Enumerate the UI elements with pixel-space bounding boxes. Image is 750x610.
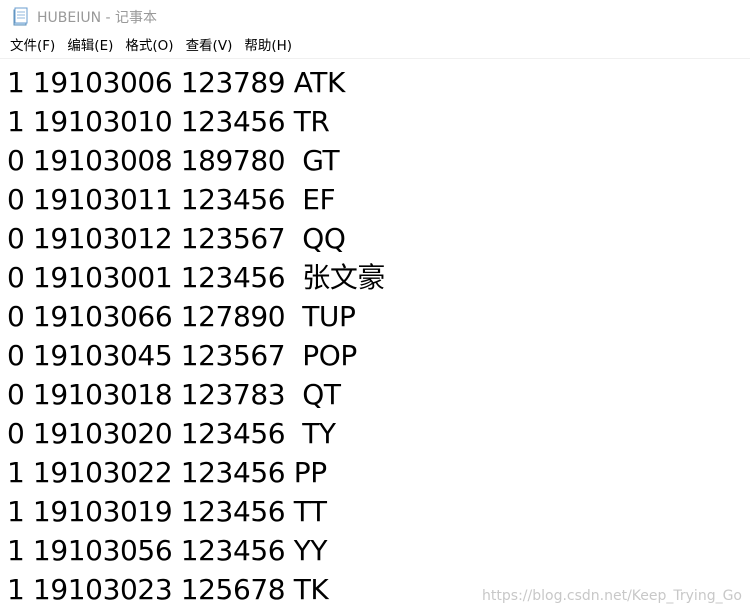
notepad-window: HUBEIUN - 记事本 文件(F) 编辑(E) 格式(O) 查看(V) 帮助… <box>0 0 750 610</box>
menu-file[interactable]: 文件(F) <box>4 33 61 59</box>
notepad-icon <box>12 7 29 26</box>
text-line: 1 19103056 123456 YY <box>7 534 328 567</box>
text-line: 1 19103019 123456 TT <box>7 495 327 528</box>
text-line: 1 19103022 123456 PP <box>7 456 327 489</box>
text-line: 1 19103006 123789 ATK <box>7 66 345 99</box>
menu-edit[interactable]: 编辑(E) <box>61 33 119 59</box>
text-editor[interactable]: 1 19103006 123789 ATK 1 19103010 123456 … <box>0 60 750 610</box>
title-bar[interactable]: HUBEIUN - 记事本 <box>0 0 750 33</box>
menu-view[interactable]: 查看(V) <box>180 33 239 59</box>
window-title: HUBEIUN - 记事本 <box>37 9 158 26</box>
menu-format[interactable]: 格式(O) <box>119 33 179 59</box>
text-line: 0 19103011 123456 EF <box>7 183 336 216</box>
text-line: 0 19103018 123783 QT <box>7 378 341 411</box>
text-line: 1 19103010 123456 TR <box>7 105 330 138</box>
text-line: 0 19103020 123456 TY <box>7 417 336 450</box>
menu-help[interactable]: 帮助(H) <box>238 33 298 59</box>
text-line: 0 19103008 189780 GT <box>7 144 340 177</box>
text-line: 0 19103001 123456 张文豪 <box>7 261 386 294</box>
text-line: 0 19103066 127890 TUP <box>7 300 356 333</box>
text-line: 0 19103045 123567 POP <box>7 339 357 372</box>
text-line: 0 19103012 123567 QQ <box>7 222 346 255</box>
menu-bar: 文件(F) 编辑(E) 格式(O) 查看(V) 帮助(H) <box>0 33 750 59</box>
watermark: https://blog.csdn.net/Keep_Trying_Go <box>482 588 742 604</box>
